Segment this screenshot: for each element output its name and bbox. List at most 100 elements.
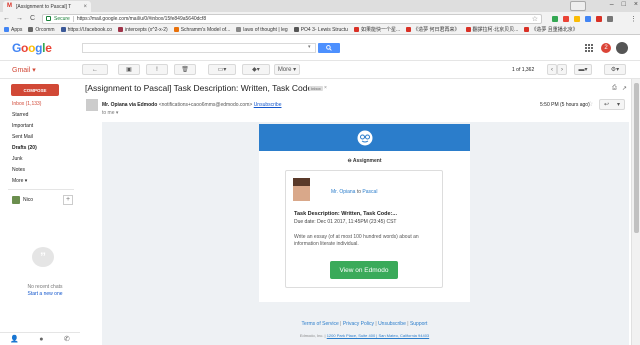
sidebar-item-inbox[interactable]: Inbox (1,133) [12,101,41,107]
bookmark-item[interactable]: PO4 3- Lewis Structu [293,27,348,33]
view-on-edmodo-button[interactable]: View on Edmodo [330,261,398,279]
reply-options-icon[interactable]: ▾ [617,101,620,108]
company-address-link[interactable]: 1200 Park Place, Suite 400 | San Mateo, … [327,333,429,338]
bookmark-item[interactable]: laws of thought | leg [236,27,288,33]
gmail-menu-label[interactable]: Gmail ▾ [12,66,36,74]
remove-label-icon[interactable]: × [324,85,327,91]
mail-search-input[interactable] [82,43,316,53]
bookmark-star-icon[interactable]: ☆ [532,15,538,23]
bookmark-item[interactable]: Orcomm [28,27,55,33]
search-options-icon[interactable]: ▾ [308,44,311,50]
email-subject: [Assignment to Pascal] Task Description:… [85,83,322,93]
support-link[interactable]: Support [410,321,428,327]
message-time: 5:50 PM (5 hours ago) [540,102,590,108]
search-button[interactable] [318,43,340,53]
sidebar-item-junk[interactable]: Junk [12,156,23,162]
start-new-chat-link[interactable]: Start a new one [18,291,72,297]
url-text[interactable]: https://mail.google.com/mail/u/0/#inbox/… [77,16,529,22]
browser-profile-chip[interactable] [570,1,586,11]
privacy-link[interactable]: Privacy Policy [343,321,374,327]
minimize-icon[interactable]: – [610,1,614,8]
forward-icon[interactable]: → [16,15,23,22]
chat-user[interactable]: Nico [12,196,33,204]
assignment-label: Assignment [352,158,382,164]
back-to-inbox-button[interactable]: ← [82,64,108,75]
input-tools-button[interactable]: ▬▾ [574,64,592,75]
bookmark-item[interactable]: 翻譯拉柯·北京贝贝... [465,26,518,33]
back-icon[interactable]: ← [3,15,10,22]
tab-close-icon[interactable]: × [83,4,87,10]
footer-unsubscribe-link[interactable]: Unsubscribe [378,321,406,327]
labels-button[interactable]: ◆▾ [242,64,270,75]
bookmark-item[interactable]: intercepts (x^2-x-2) [118,27,168,33]
extension-icon[interactable] [585,15,591,22]
sidebar-item-drafts[interactable]: Drafts (20) [12,145,37,151]
extension-icon[interactable] [607,15,613,22]
extension-icon[interactable] [596,15,602,22]
more-button[interactable]: More ▾ [274,64,300,75]
company-name: Edmodo, Inc. | [299,333,327,338]
bookmark-item[interactable]: Schramm's Model of... [173,27,230,33]
bookmark-item[interactable]: Apps [4,27,22,33]
assignment-card: Mr. Opiana to Pascal Task Description: W… [285,170,443,288]
sidebar-item-more[interactable]: More ▾ [12,178,27,184]
gear-icon: ⚙▾ [610,67,620,73]
message-star-icon[interactable]: ☆ [587,100,593,108]
print-icon[interactable]: ⎙ [612,85,617,92]
logo-letter: e [45,41,52,55]
student-name-link[interactable]: Pascal [362,189,377,195]
google-logo[interactable]: Google [12,41,52,55]
newer-button[interactable]: ‹ [547,64,557,75]
left-sidebar: COMPOSE Inbox (1,133) Starred Important … [0,79,80,345]
teacher-photo [293,178,310,201]
report-spam-button[interactable]: ! [146,64,168,75]
add-chat-icon[interactable]: + [63,195,73,205]
bookmark-item[interactable]: https://l.facebook.co [60,26,113,33]
bookmark-item[interactable]: 《造夢 何日君再来》 [406,26,460,33]
hangouts-status-icon[interactable]: ● [39,336,43,343]
contacts-icon[interactable]: 👤 [10,335,19,343]
maximize-icon[interactable]: □ [622,1,626,8]
reply-button[interactable]: ↩ ▾ [599,99,625,110]
recipient-details[interactable]: to me ▾ [102,110,118,116]
teacher-name-link[interactable]: Mr. Opiana [331,189,355,195]
chat-user-name: Nico [23,197,34,203]
archive-button[interactable]: ▣ [118,64,140,75]
address-bar[interactable]: Secure https://mail.google.com/mail/u/0/… [42,13,542,24]
task-description: Write an essay (of at most 100 hundred w… [294,234,419,247]
move-to-button[interactable]: ▭▾ [208,64,236,75]
sidebar-item-important[interactable]: Important [12,123,33,129]
bookmark-label: https://l.facebook.co [67,26,113,33]
more-label: More ▾ [277,67,297,73]
inbox-label-chip[interactable]: Inbox [309,86,323,91]
message-scrollbar[interactable] [631,79,640,345]
extension-icon[interactable] [552,15,558,22]
phone-icon[interactable]: ✆ [64,335,70,343]
older-button[interactable]: › [557,64,567,75]
sidebar-item-notes[interactable]: Notes [12,167,25,173]
browser-menu-icon[interactable]: ⋮ [630,15,637,23]
settings-button[interactable]: ⚙▾ [604,64,626,75]
sidebar-item-sent[interactable]: Sent Mail [12,134,33,140]
sidebar-item-starred[interactable]: Starred [12,112,28,118]
new-window-icon[interactable]: ↗ [622,85,627,92]
close-window-icon[interactable]: × [634,1,638,8]
account-avatar[interactable] [616,42,628,54]
extension-icon[interactable] [563,15,569,22]
bookmark-item[interactable]: 《造夢 且重播北京》 [524,26,578,33]
compose-button[interactable]: COMPOSE [11,84,59,96]
unsubscribe-link[interactable]: Unsubscribe [254,102,282,108]
delete-button[interactable]: 🗑 [174,64,196,75]
browser-tab[interactable]: M [Assignment to Pascal] T × [3,1,91,12]
reload-icon[interactable]: C [29,15,36,22]
window-controls: – □ × [610,1,638,8]
lock-icon [46,16,51,21]
extension-icon[interactable] [574,15,580,22]
scrollbar-thumb[interactable] [634,83,639,233]
google-apps-icon[interactable] [585,44,593,52]
sender-name[interactable]: Mr. Opiana via Edmodo [102,102,157,108]
notification-badge[interactable]: 2 [601,43,611,53]
reply-icon: ↩ [603,102,610,108]
terms-link[interactable]: Terms of Service [302,321,339,327]
bookmark-item[interactable]: 如果能快一个星... [353,26,400,33]
